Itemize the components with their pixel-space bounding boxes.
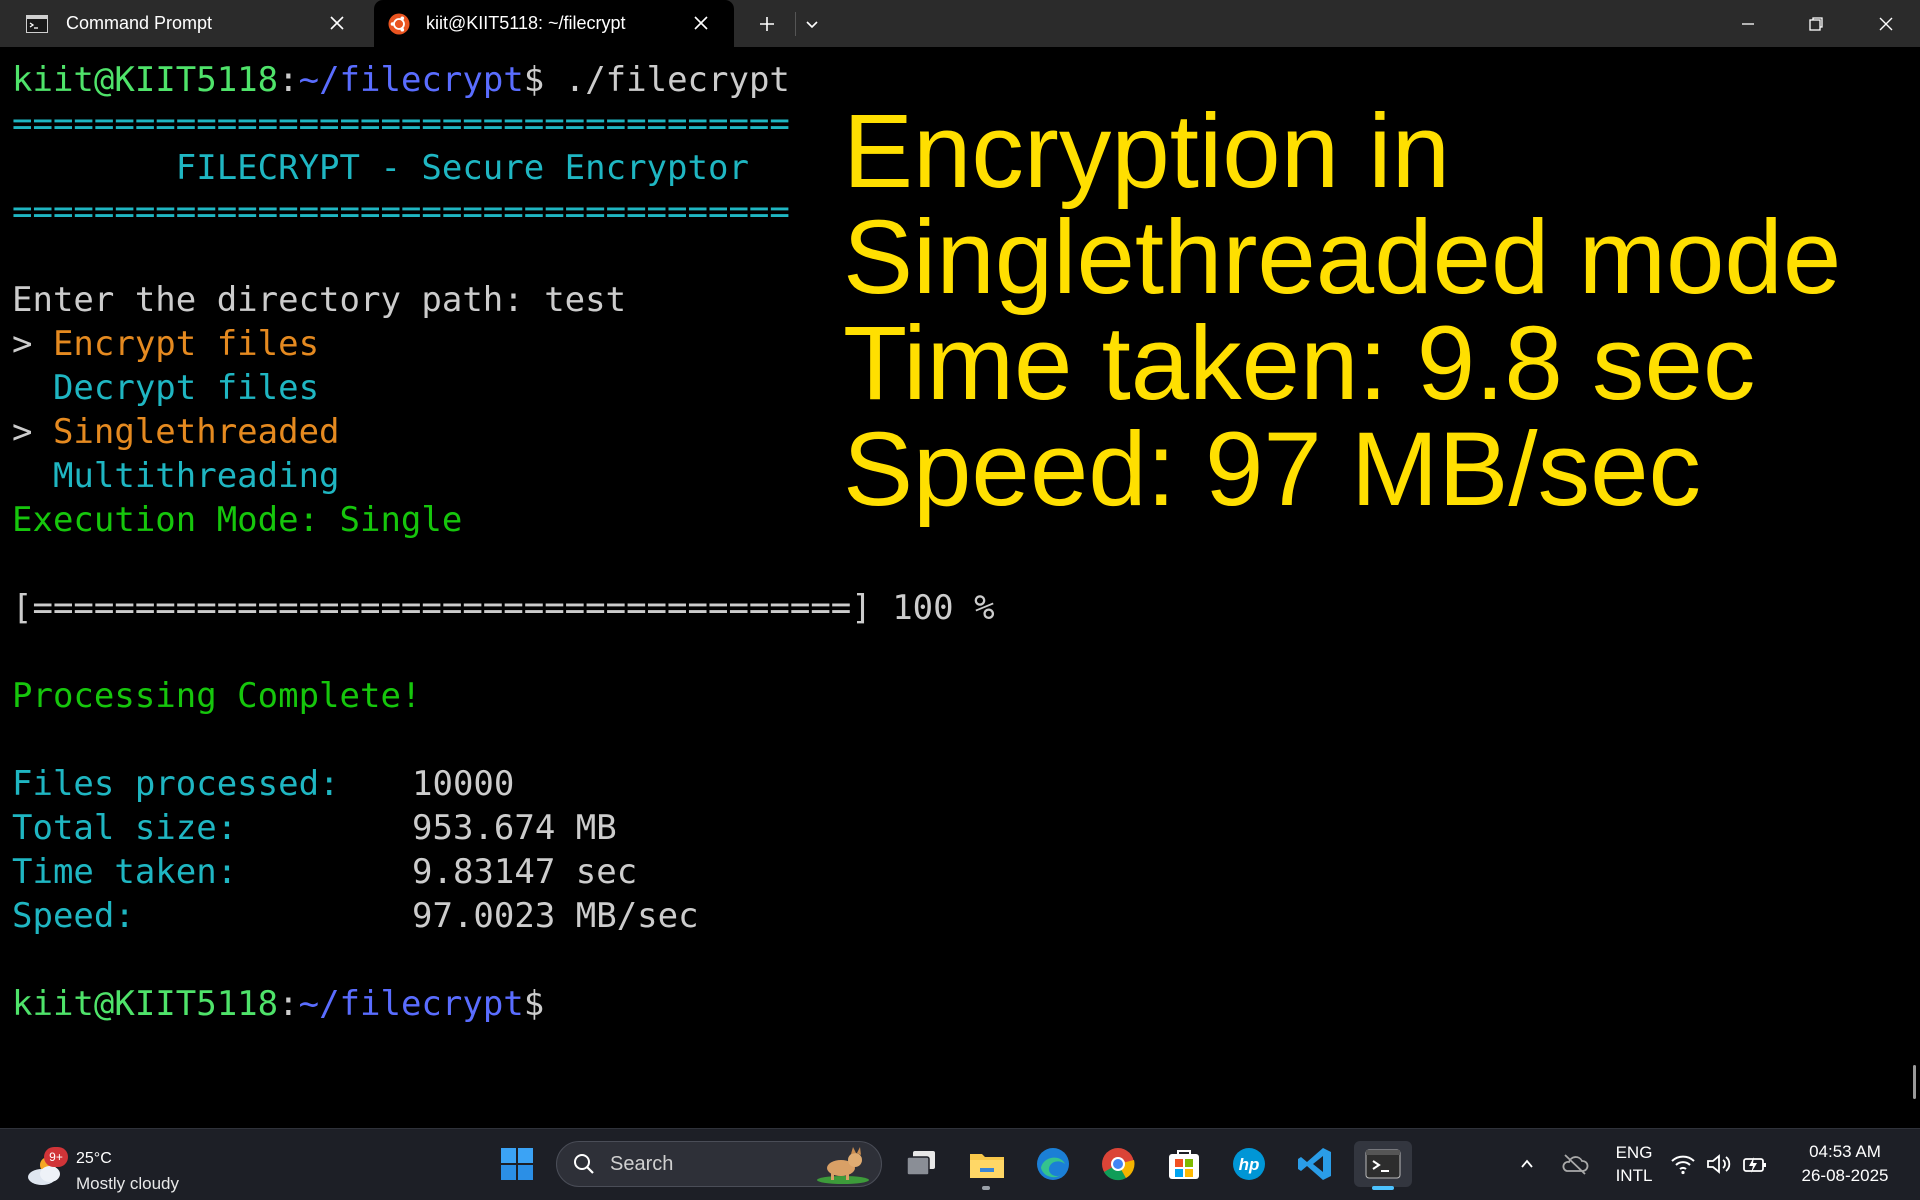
edge-icon[interactable] xyxy=(1029,1141,1077,1187)
stat-label: Total size: xyxy=(12,808,238,848)
chevron-down-icon[interactable] xyxy=(798,10,826,38)
stat-files-processed: Files processed: 10000 xyxy=(12,762,514,806)
menu-pointer: > xyxy=(12,412,53,452)
vscode-icon[interactable] xyxy=(1291,1141,1339,1187)
tab-ubuntu-filecrypt[interactable]: kiit@KIIT5118: ~/filecrypt xyxy=(374,0,734,47)
directory-prompt: Enter the directory path: test xyxy=(12,280,627,320)
terminal-taskbar-icon[interactable] xyxy=(1354,1141,1412,1187)
menu-item-label: Multithreading xyxy=(52,456,340,496)
stat-label: Speed: xyxy=(12,896,135,936)
onedrive-offline-icon[interactable] xyxy=(1551,1141,1599,1187)
tab-title: Command Prompt xyxy=(66,13,213,33)
close-tab-icon[interactable] xyxy=(326,12,348,34)
menu-indent xyxy=(12,368,53,408)
ubuntu-icon xyxy=(388,13,410,35)
tab-command-prompt[interactable]: Command Prompt xyxy=(0,0,370,47)
chevron-up-icon[interactable] xyxy=(1502,1141,1552,1187)
menu-indent xyxy=(12,456,53,496)
prompt-path: ~/filecrypt xyxy=(298,60,524,100)
prompt-colon: : xyxy=(278,984,299,1024)
overlay-line: Speed: 97 MB/sec xyxy=(843,411,1701,528)
overlay-line: Encryption in xyxy=(843,93,1450,210)
language-indicator[interactable]: ENG xyxy=(1604,1143,1664,1163)
clock-date[interactable]: 26-08-2025 xyxy=(1790,1166,1900,1186)
prompt-dollar: $ xyxy=(523,984,545,1024)
stat-label: Time taken: xyxy=(12,852,238,892)
stat-value: 9.83147 sec xyxy=(412,852,638,892)
search-icon xyxy=(573,1153,595,1179)
menu-item-decrypt[interactable]: Decrypt files xyxy=(12,366,319,410)
minimize-button[interactable] xyxy=(1714,0,1782,47)
taskbar: 9+ 25°C Mostly cloudy xyxy=(0,1128,1920,1200)
banner-separator-top: ====================================== xyxy=(12,104,790,144)
close-tab-icon[interactable] xyxy=(690,12,712,34)
search-box[interactable]: Search xyxy=(556,1141,882,1187)
banner-title: FILECRYPT - Secure Encryptor xyxy=(12,148,749,188)
cmd-icon xyxy=(26,13,48,35)
title-bar: Command Prompt kiit@KIIT5118: ~/filecryp… xyxy=(0,0,1920,47)
terminal-running-indicator xyxy=(1372,1186,1394,1190)
hp-icon[interactable]: hp xyxy=(1225,1141,1273,1187)
menu-item-label: Decrypt files xyxy=(52,368,320,408)
keyboard-layout[interactable]: INTL xyxy=(1604,1166,1664,1186)
menu-item-encrypt[interactable]: > Encrypt files xyxy=(12,322,319,366)
weather-condition: Mostly cloudy xyxy=(76,1174,179,1193)
chrome-icon[interactable] xyxy=(1094,1141,1142,1187)
menu-item-singlethreaded[interactable]: > Singlethreaded xyxy=(12,410,340,454)
terminal-output[interactable]: kiit@KIIT5118:~/filecrypt$ ./filecrypt =… xyxy=(0,47,1920,1128)
overlay-line: Singlethreaded mode xyxy=(843,199,1842,316)
menu-item-multithreading[interactable]: Multithreading xyxy=(12,454,340,498)
stat-value: 10000 xyxy=(412,764,515,804)
file-explorer-icon[interactable] xyxy=(963,1141,1011,1187)
command-text: ./filecrypt xyxy=(544,60,790,100)
execution-mode: Execution Mode: Single xyxy=(12,500,463,540)
stat-value: 97.0023 MB/sec xyxy=(412,896,699,936)
task-view-icon[interactable] xyxy=(897,1141,945,1187)
stat-value: 953.674 MB xyxy=(412,808,617,848)
menu-pointer: > xyxy=(12,324,53,364)
stat-total-size: Total size: 953.674 MB xyxy=(12,806,617,850)
weather-temp: 25°C xyxy=(76,1150,112,1167)
close-window-button[interactable] xyxy=(1852,0,1920,47)
dog-doodle-icon xyxy=(813,1144,873,1188)
overlay-line: Time taken: 9.8 sec xyxy=(843,305,1756,422)
prompt-colon: : xyxy=(278,60,299,100)
restore-button[interactable] xyxy=(1782,0,1850,47)
tab-divider xyxy=(795,12,796,36)
menu-item-label: Encrypt files xyxy=(52,324,320,364)
scrollbar-thumb[interactable] xyxy=(1913,1065,1916,1099)
search-placeholder: Search xyxy=(610,1153,674,1175)
banner-separator-bottom: ====================================== xyxy=(12,192,790,232)
stat-label: Files processed: xyxy=(12,764,340,804)
wifi-icon[interactable] xyxy=(1664,1141,1702,1187)
tab-title: kiit@KIIT5118: ~/filecrypt xyxy=(426,13,626,33)
weather-widget[interactable]: 9+ 25°C Mostly cloudy xyxy=(24,1139,224,1193)
stat-speed: Speed: 97.0023 MB/sec xyxy=(12,894,699,938)
stat-time-taken: Time taken: 9.83147 sec xyxy=(12,850,637,894)
prompt-dollar: $ xyxy=(523,60,545,100)
prompt-user: kiit@KIIT5118 xyxy=(12,984,279,1024)
explorer-running-indicator xyxy=(982,1186,990,1190)
weather-badge: 9+ xyxy=(44,1147,68,1167)
clock-time[interactable]: 04:53 AM xyxy=(1790,1142,1900,1162)
command-line: kiit@KIIT5118:~/filecrypt$ ./filecrypt xyxy=(12,58,790,102)
microsoft-store-icon[interactable] xyxy=(1160,1141,1208,1187)
processing-complete: Processing Complete! xyxy=(12,676,422,716)
prompt-user: kiit@KIIT5118 xyxy=(12,60,279,100)
volume-icon[interactable] xyxy=(1700,1141,1738,1187)
new-tab-button[interactable] xyxy=(753,10,781,38)
battery-charging-icon[interactable] xyxy=(1736,1141,1774,1187)
prompt-path: ~/filecrypt xyxy=(298,984,524,1024)
prompt-line[interactable]: kiit@KIIT5118:~/filecrypt$ xyxy=(12,982,544,1026)
windows-start-icon[interactable] xyxy=(493,1141,541,1187)
svg-text:hp: hp xyxy=(1239,1155,1260,1174)
progress-bar: [=======================================… xyxy=(12,588,995,628)
overlay-caption: Encryption in Singlethreaded mode Time t… xyxy=(843,99,1903,523)
menu-item-label: Singlethreaded xyxy=(52,412,340,452)
